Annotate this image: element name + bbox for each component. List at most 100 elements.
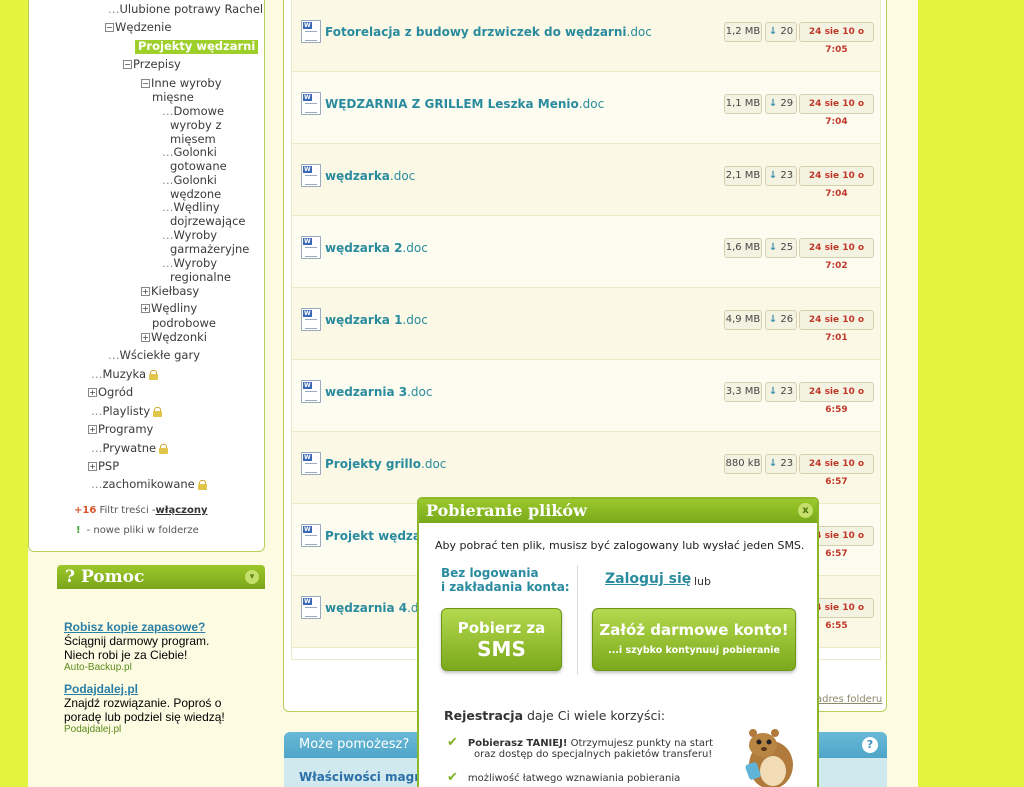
sms-download-button[interactable]: Pobierz za SMS [441, 608, 562, 671]
tree-connector: … [162, 228, 174, 242]
file-ext: .doc [407, 385, 433, 399]
tree-item-ogrod[interactable]: + Ogród [88, 385, 133, 400]
file-name-link[interactable]: wędzarka 1.doc [325, 313, 428, 327]
tree-item-wedliny2[interactable]: dojrzewające [170, 214, 246, 229]
tree-item-wsciekle[interactable]: …Wściekłe gary [108, 348, 200, 363]
tree-item-prywatne[interactable]: …Prywatne [91, 441, 169, 456]
tree-item-domowe2[interactable]: wyroby z [170, 118, 222, 133]
close-icon[interactable]: x [798, 503, 813, 518]
filter-toggle-link[interactable]: włączony [156, 505, 208, 516]
tree-item-domowe1[interactable]: …Domowe [162, 104, 224, 119]
tree-connector: … [108, 348, 120, 362]
file-row: wedzarnia 3.doc3,3 MB↓ 2324 sie 10 o 6:5… [292, 360, 880, 432]
download-count: 23 [780, 386, 794, 397]
benefit-text: możliwość łatwego wznawiania pobierania [467, 773, 681, 784]
file-name-link[interactable]: Fotorelacja z budowy drzwiczek do wędzar… [325, 25, 652, 39]
tree-item-zachomikowane[interactable]: …zachomikowane [91, 477, 207, 492]
register-button[interactable]: Załóż darmowe konto! ...i szybko kontynu… [592, 608, 796, 671]
tree-item-przepisy[interactable]: − Przepisy [123, 57, 181, 72]
tree-connector: … [162, 104, 174, 118]
tree-item-inne1[interactable]: − Inne wyroby [141, 76, 222, 91]
tree-item-wedliny1[interactable]: …Wędliny [162, 200, 220, 215]
download-count: 25 [780, 242, 794, 253]
tree-item-label: gotowane [170, 159, 227, 173]
tree-item-inne2[interactable]: mięsne [152, 90, 194, 105]
tree-item-muzyka[interactable]: …Muzyka [91, 367, 159, 382]
file-name-link[interactable]: wędzarka 2.doc [325, 241, 428, 255]
tree-item-wedlinypod1[interactable]: + Wędliny [141, 301, 197, 316]
tree-connector: … [91, 404, 103, 418]
collapse-icon[interactable]: − [105, 23, 114, 32]
tree-item-wedzonki[interactable]: + Wędzonki [141, 330, 207, 345]
tree-item-label: mięsem [170, 132, 216, 146]
word-doc-icon [301, 20, 321, 43]
tree-item-wedlinypod2[interactable]: podrobowe [152, 316, 216, 331]
download-count: 23 [780, 170, 794, 181]
tree-item-label: Wyroby [173, 228, 218, 242]
tree-item-wedzenie[interactable]: − Wędzenie [105, 20, 171, 35]
expand-icon[interactable]: + [141, 287, 150, 296]
modal-divider [577, 565, 578, 675]
word-doc-icon [301, 164, 321, 187]
file-size-badge: 1,6 MB [724, 238, 762, 258]
ad-title-link[interactable]: Podajdalej.pl [64, 682, 225, 696]
download-count-badge: ↓ 20 [765, 22, 797, 42]
file-name-link[interactable]: wędzarka.doc [325, 169, 415, 183]
collapse-icon[interactable]: − [141, 79, 150, 88]
benefit-bold: Pobierasz TANIEJ! [467, 738, 568, 749]
expand-icon[interactable]: + [88, 388, 97, 397]
file-name: wędzarka 1 [325, 313, 403, 327]
help-us-question-icon[interactable]: ? [862, 737, 878, 753]
file-name-link[interactable]: Projekty grillo.doc [325, 457, 446, 471]
tree-item-label: Prywatne [102, 441, 157, 455]
tree-item-playlisty[interactable]: …Playlisty [91, 404, 163, 419]
expand-icon[interactable]: + [141, 333, 150, 342]
tree-item-psp[interactable]: + PSP [88, 459, 119, 474]
file-row: wędzarka 2.doc1,6 MB↓ 2524 sie 10 o 7:02 [292, 216, 880, 288]
tree-item-label: dojrzewające [170, 214, 246, 228]
expand-icon[interactable]: + [88, 462, 97, 471]
login-link[interactable]: Zaloguj się [605, 571, 691, 587]
download-count-badge: ↓ 26 [765, 310, 797, 330]
tree-item-kielbasy[interactable]: + Kiełbasy [141, 284, 199, 299]
tree-item-wyroby2[interactable]: garmażeryjne [170, 242, 249, 257]
folder-address-link[interactable]: adres folderu [816, 694, 882, 705]
tree-item-golonki1[interactable]: …Golonki [162, 145, 217, 160]
lock-icon [149, 369, 159, 380]
modal-intro: Aby pobrać ten plik, musisz być zalogowa… [435, 539, 805, 552]
tree-item-label: wędzone [170, 187, 222, 201]
download-arrow-icon: ↓ [768, 242, 778, 253]
file-date-badge: 24 sie 10 o 7:04 [799, 94, 874, 127]
tree-item-projekty[interactable]: Projekty wędzarni [135, 39, 259, 54]
collapse-icon[interactable]: ▾ [245, 570, 259, 584]
word-doc-icon [301, 92, 321, 115]
no-login-line1: Bez logowania [441, 566, 539, 580]
ad-title-link[interactable]: Robisz kopie zapasowe? [64, 620, 209, 634]
ad-url[interactable]: Podajdalej.pl [64, 724, 225, 735]
download-count: 23 [780, 458, 794, 469]
file-ext: .doc [389, 169, 416, 183]
file-row: wędzarka 1.doc4,9 MB↓ 2624 sie 10 o 7:01 [292, 288, 880, 360]
file-ext: .doc [578, 97, 605, 111]
tree-item-wyroby1[interactable]: …Wyroby [162, 228, 218, 243]
tree-item-golonki3[interactable]: …Golonki [162, 173, 217, 188]
tree-item-programy[interactable]: + Programy [88, 422, 153, 437]
tree-item-wyroby3[interactable]: …Wyroby [162, 256, 217, 271]
expand-icon[interactable]: + [88, 425, 97, 434]
collapse-icon[interactable]: − [123, 60, 132, 69]
tree-item-ulubione[interactable]: …Ulubione potrawy Rachel [108, 2, 263, 17]
expand-icon[interactable]: + [141, 304, 150, 313]
lock-icon [197, 479, 207, 490]
filter-label: Filtr treści - [99, 505, 156, 516]
file-name-link[interactable]: wedzarnia 3.doc [325, 385, 432, 399]
tree-item-wyroby4[interactable]: regionalne [170, 270, 231, 285]
file-name-link[interactable]: WĘDZARNIA Z GRILLEM Leszka Menio.doc [325, 97, 604, 111]
tree-item-label: Muzyka [102, 367, 147, 381]
or-text: lub [694, 575, 712, 588]
ad-url[interactable]: Auto-Backup.pl [64, 662, 209, 673]
tree-item-label: Projekty wędzarni [138, 39, 256, 53]
word-doc-icon [301, 236, 321, 259]
no-login-label: Bez logowania i zakładania konta: [441, 566, 570, 594]
tree-item-golonki2[interactable]: gotowane [170, 159, 227, 174]
ad-line2: Niech robi je za Ciebie! [64, 648, 188, 662]
